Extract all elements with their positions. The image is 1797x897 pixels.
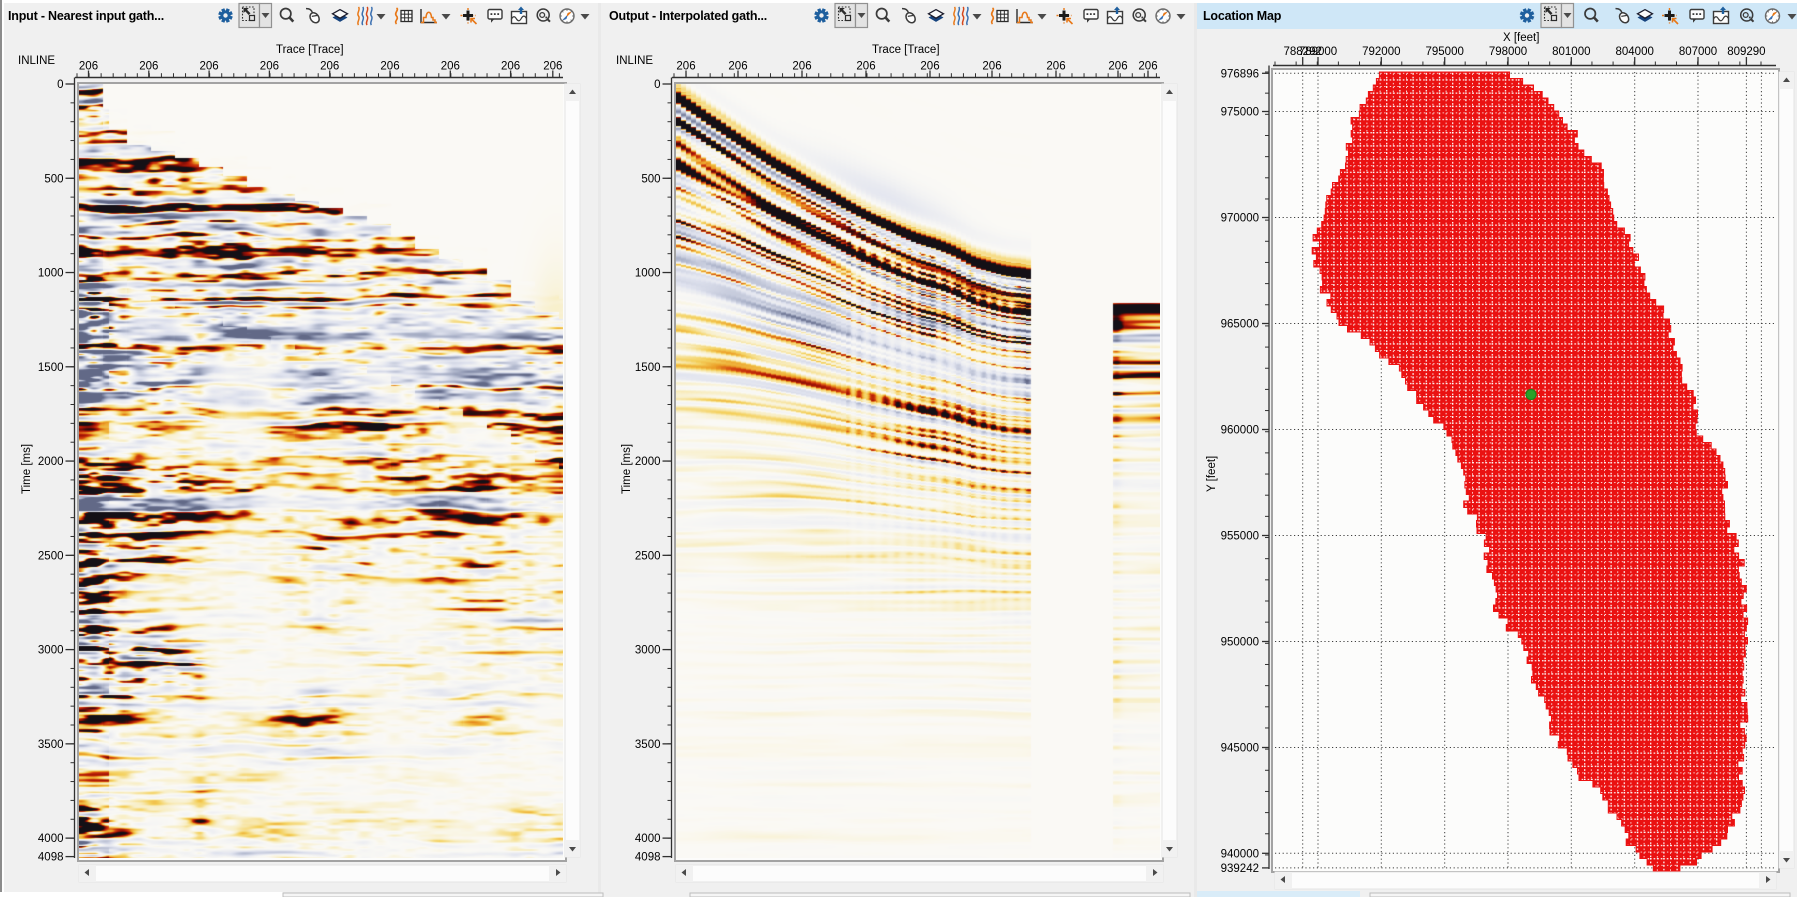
svg-text:970000: 970000 (1221, 213, 1259, 225)
svg-text:206: 206 (676, 61, 695, 73)
svg-text:206: 206 (1138, 61, 1157, 73)
svg-text:206: 206 (441, 61, 460, 73)
svg-text:206: 206 (320, 61, 339, 73)
svg-text:960000: 960000 (1221, 425, 1259, 437)
svg-text:206: 206 (920, 61, 939, 73)
svg-text:0: 0 (57, 79, 63, 91)
svg-text:3000: 3000 (38, 645, 64, 657)
svg-text:206: 206 (260, 61, 279, 73)
svg-text:789000: 789000 (1299, 46, 1337, 58)
svg-text:206: 206 (380, 61, 399, 73)
svg-text:2500: 2500 (38, 550, 64, 562)
svg-text:3000: 3000 (635, 645, 661, 657)
svg-text:2000: 2000 (38, 456, 64, 468)
svg-text:1500: 1500 (38, 362, 64, 374)
svg-text:206: 206 (139, 61, 158, 73)
svg-text:4098: 4098 (38, 852, 64, 864)
svg-text:4098: 4098 (635, 852, 661, 864)
svg-text:976896: 976896 (1221, 68, 1259, 80)
svg-text:500: 500 (641, 173, 660, 185)
svg-text:2500: 2500 (635, 550, 661, 562)
svg-text:206: 206 (982, 61, 1001, 73)
svg-text:206: 206 (501, 61, 520, 73)
svg-text:804000: 804000 (1616, 46, 1654, 58)
svg-text:955000: 955000 (1221, 531, 1259, 543)
svg-text:801000: 801000 (1552, 46, 1590, 58)
svg-text:939242: 939242 (1221, 863, 1259, 875)
svg-text:798000: 798000 (1489, 46, 1527, 58)
svg-text:206: 206 (543, 61, 562, 73)
svg-text:809290: 809290 (1727, 46, 1765, 58)
svg-text:206: 206 (728, 61, 747, 73)
svg-text:807000: 807000 (1679, 46, 1717, 58)
svg-text:965000: 965000 (1221, 319, 1259, 331)
svg-text:2000: 2000 (635, 456, 661, 468)
svg-text:1500: 1500 (635, 362, 661, 374)
svg-text:3500: 3500 (38, 739, 64, 751)
svg-text:500: 500 (44, 173, 63, 185)
svg-text:975000: 975000 (1221, 107, 1259, 119)
svg-text:940000: 940000 (1221, 848, 1259, 860)
svg-text:950000: 950000 (1221, 637, 1259, 649)
svg-text:795000: 795000 (1426, 46, 1464, 58)
svg-text:3500: 3500 (635, 739, 661, 751)
svg-text:206: 206 (200, 61, 219, 73)
svg-text:4000: 4000 (635, 833, 661, 845)
svg-text:1000: 1000 (38, 268, 64, 280)
svg-text:4000: 4000 (38, 833, 64, 845)
svg-text:206: 206 (79, 61, 98, 73)
svg-text:792000: 792000 (1362, 46, 1400, 58)
svg-text:206: 206 (1108, 61, 1127, 73)
svg-text:0: 0 (654, 79, 660, 91)
svg-text:945000: 945000 (1221, 743, 1259, 755)
svg-text:206: 206 (856, 61, 875, 73)
svg-text:1000: 1000 (635, 268, 661, 280)
svg-text:206: 206 (1046, 61, 1065, 73)
svg-text:206: 206 (792, 61, 811, 73)
